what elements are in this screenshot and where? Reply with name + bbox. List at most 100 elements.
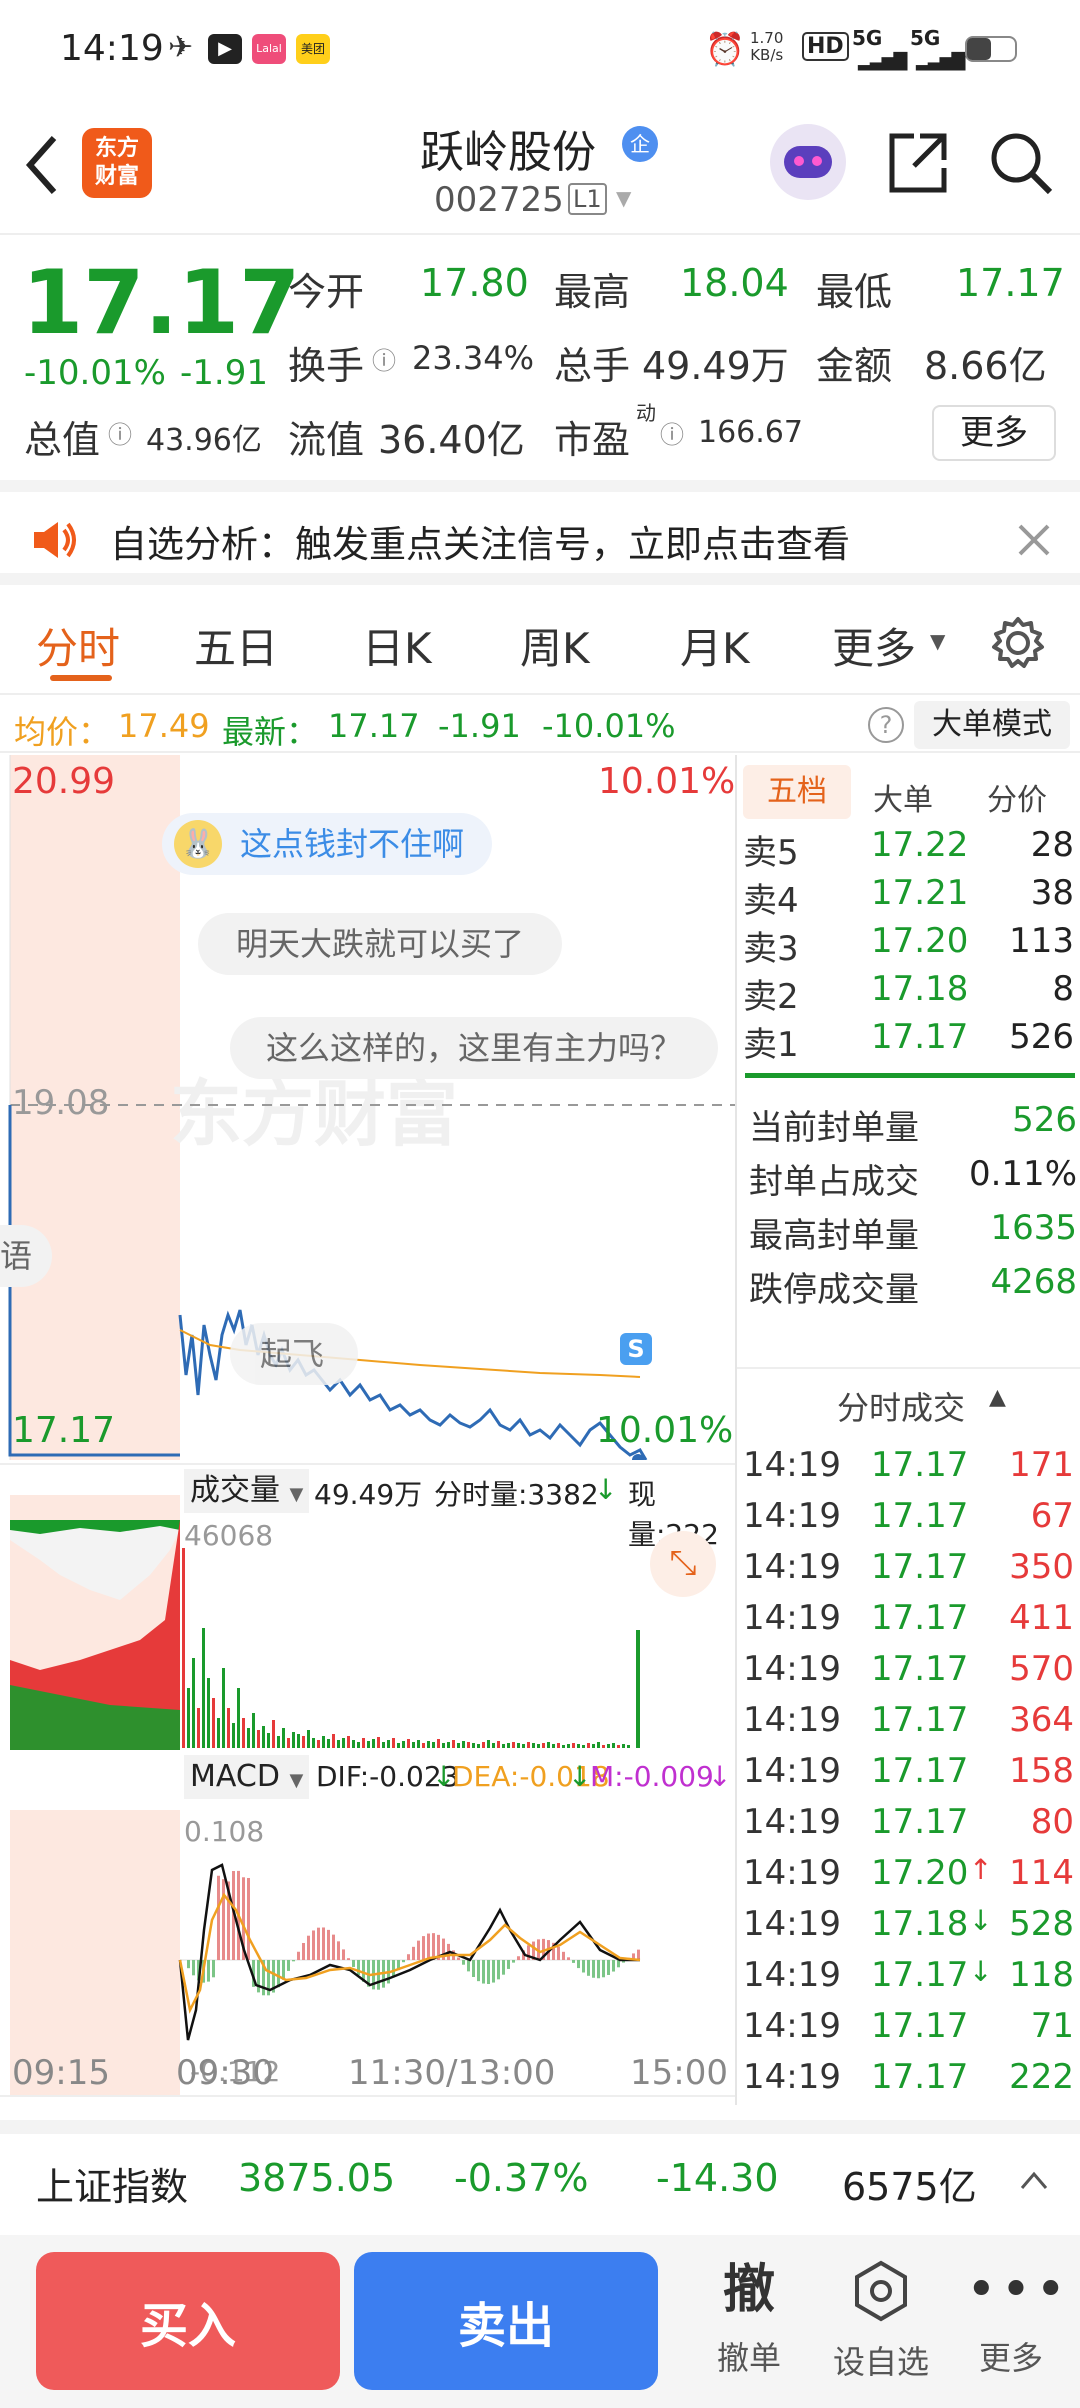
trades-title[interactable]: 分时成交	[837, 1383, 965, 1429]
volume-bar	[417, 1740, 420, 1748]
ask-row[interactable]: 卖4 17.21 38	[737, 873, 1080, 921]
share-icon[interactable]	[884, 130, 950, 196]
y-bottom-pct: 10.01%	[596, 1410, 733, 1451]
volume-bar	[407, 1739, 410, 1748]
chevron-up-icon[interactable]	[1020, 2170, 1048, 2190]
avg-label: 均价：	[14, 707, 110, 753]
comment-bubble[interactable]: 🐰 这点钱封不住啊	[162, 813, 492, 875]
trade-time: 14:19	[743, 1700, 841, 1740]
tab-intraday[interactable]: 分时	[36, 615, 120, 676]
tab-5day[interactable]: 五日	[194, 615, 278, 676]
comment-bubble[interactable]: 明天大跌就可以买了	[198, 913, 562, 975]
macd-bar	[637, 1950, 640, 1960]
avatar: 🐰	[174, 820, 222, 868]
sell-button[interactable]: 卖出	[354, 2252, 658, 2390]
buy-button[interactable]: 买入	[36, 2252, 340, 2390]
ref-price-label: 19.08	[12, 1083, 109, 1123]
info-icon[interactable]: ⓘ	[108, 415, 132, 450]
macd-bar	[602, 1960, 605, 1977]
paper-plane-icon: ✈	[168, 30, 193, 65]
cancel-icon: 撤	[704, 2255, 794, 2325]
enterprise-badge: 企	[622, 126, 658, 162]
net-speed-value: 1.70	[750, 29, 783, 47]
volume-bar	[272, 1720, 275, 1748]
search-icon[interactable]	[988, 130, 1054, 196]
volume-bar	[572, 1743, 575, 1748]
sell-signal-marker[interactable]: S	[620, 1333, 652, 1365]
add-watchlist-button[interactable]: 设自选	[826, 2255, 936, 2383]
volume-bar	[207, 1678, 210, 1748]
ask-volume: 38	[1031, 873, 1074, 913]
tab-weekly-k[interactable]: 周K	[520, 615, 590, 676]
expand-icon[interactable]: ⤡	[650, 1531, 716, 1597]
volume-bar	[527, 1742, 530, 1748]
robot-assistant-icon[interactable]	[770, 124, 846, 200]
turnover-label: 换手	[288, 335, 364, 390]
help-icon[interactable]: ?	[868, 707, 904, 743]
tab-five-level[interactable]: 五档	[743, 765, 851, 819]
macd-top: 0.108	[184, 1815, 264, 1848]
more-actions-button[interactable]: ••• 更多	[966, 2255, 1056, 2379]
trade-list: 14:19 17.17 171 14:19 17.17 67 14:19 17.17 350 14…	[737, 1445, 1080, 2105]
eastmoney-logo[interactable]: 东方 财富	[82, 128, 152, 198]
tab-big-order[interactable]: 大单	[873, 775, 933, 819]
volume-bar	[397, 1743, 400, 1748]
cancel-order-button[interactable]: 撤 撤单	[704, 2255, 794, 2379]
sort-up-icon[interactable]: ▲	[989, 1385, 1006, 1410]
tab-price-dist[interactable]: 分价	[987, 775, 1047, 819]
macd-bar	[577, 1960, 580, 1968]
time-1500: 15:00	[630, 2053, 728, 2093]
tab-more[interactable]: 更多	[832, 615, 916, 676]
volume-selector[interactable]: 成交量 ▼	[184, 1469, 309, 1513]
volume-bar	[472, 1743, 475, 1748]
signal-banner[interactable]: 自选分析：触发重点关注信号，立即点击查看	[0, 480, 1080, 585]
ask-level: 卖5	[743, 825, 799, 874]
ask-row[interactable]: 卖3 17.20 113	[737, 921, 1080, 969]
volume-fs: 分时量:3382	[434, 1473, 599, 1513]
more-quote-button[interactable]: 更多	[932, 405, 1056, 461]
tab-monthly-k[interactable]: 月K	[680, 615, 750, 676]
more-dropdown-icon[interactable]: ▼	[930, 629, 945, 653]
macd-bar	[347, 1958, 350, 1960]
volume-bar	[222, 1668, 225, 1748]
back-icon[interactable]	[22, 130, 62, 200]
level-dropdown-icon[interactable]: ▼	[616, 186, 631, 210]
volume-bar	[192, 1658, 195, 1748]
trade-price: 17.17	[871, 1649, 968, 1689]
ask-row[interactable]: 卖2 17.18 8	[737, 969, 1080, 1017]
trade-time: 14:19	[743, 1751, 841, 1791]
tab-daily-k[interactable]: 日K	[362, 615, 432, 676]
volume-selector-label: 成交量	[190, 1473, 280, 1508]
ask-row[interactable]: 卖1 17.17 526	[737, 1017, 1080, 1065]
header: 东方 财富 跃岭股份 企 002725 L1 ▼	[0, 100, 1080, 235]
signal-5g-1: 5G	[852, 26, 882, 50]
dea-arrow: ↓	[568, 1760, 591, 1793]
macd-bar	[587, 1960, 590, 1976]
macd-selector[interactable]: MACD ▼	[184, 1755, 309, 1799]
volume-bar	[567, 1744, 570, 1748]
pe-label: 市盈	[554, 409, 630, 464]
trade-time: 14:19	[743, 1598, 841, 1638]
time-1130: 11:30/13:00	[348, 2053, 555, 2093]
ask-row[interactable]: 卖5 17.22 28	[737, 825, 1080, 873]
volume-bars	[182, 1548, 640, 1748]
volume-max: 46068	[184, 1519, 273, 1552]
index-bar[interactable]: 上证指数 3875.05 -0.37% -14.30 6575亿	[0, 2120, 1080, 2235]
big-order-mode-button[interactable]: 大单模式	[914, 701, 1070, 749]
info-icon[interactable]: ⓘ	[372, 341, 396, 376]
comment-bubble[interactable]: 起飞	[230, 1323, 358, 1385]
comment-bubble[interactable]: 这么这样的，这里有主力吗？	[230, 1017, 718, 1079]
macd-bar	[607, 1960, 610, 1975]
seal-stat-row: 封单占成交 0.11%	[749, 1154, 1077, 1204]
info-icon[interactable]: ⓘ	[660, 415, 684, 450]
ask-volume: 526	[1009, 1017, 1074, 1057]
close-icon[interactable]	[1016, 522, 1052, 558]
high-label: 最高	[554, 261, 630, 316]
price-change: -1.91	[180, 353, 268, 393]
macd-bar	[322, 1927, 325, 1960]
trade-row: 14:19 17.17 ↓ 118	[737, 1955, 1080, 2005]
macd-bar	[467, 1960, 470, 1971]
level-badge[interactable]: L1	[568, 183, 607, 215]
gear-icon[interactable]	[990, 615, 1046, 671]
intraday-chart[interactable]: 东方财富 20.99 10.01% 19.08 17.17 10.01% 🐰 这…	[0, 755, 735, 2105]
